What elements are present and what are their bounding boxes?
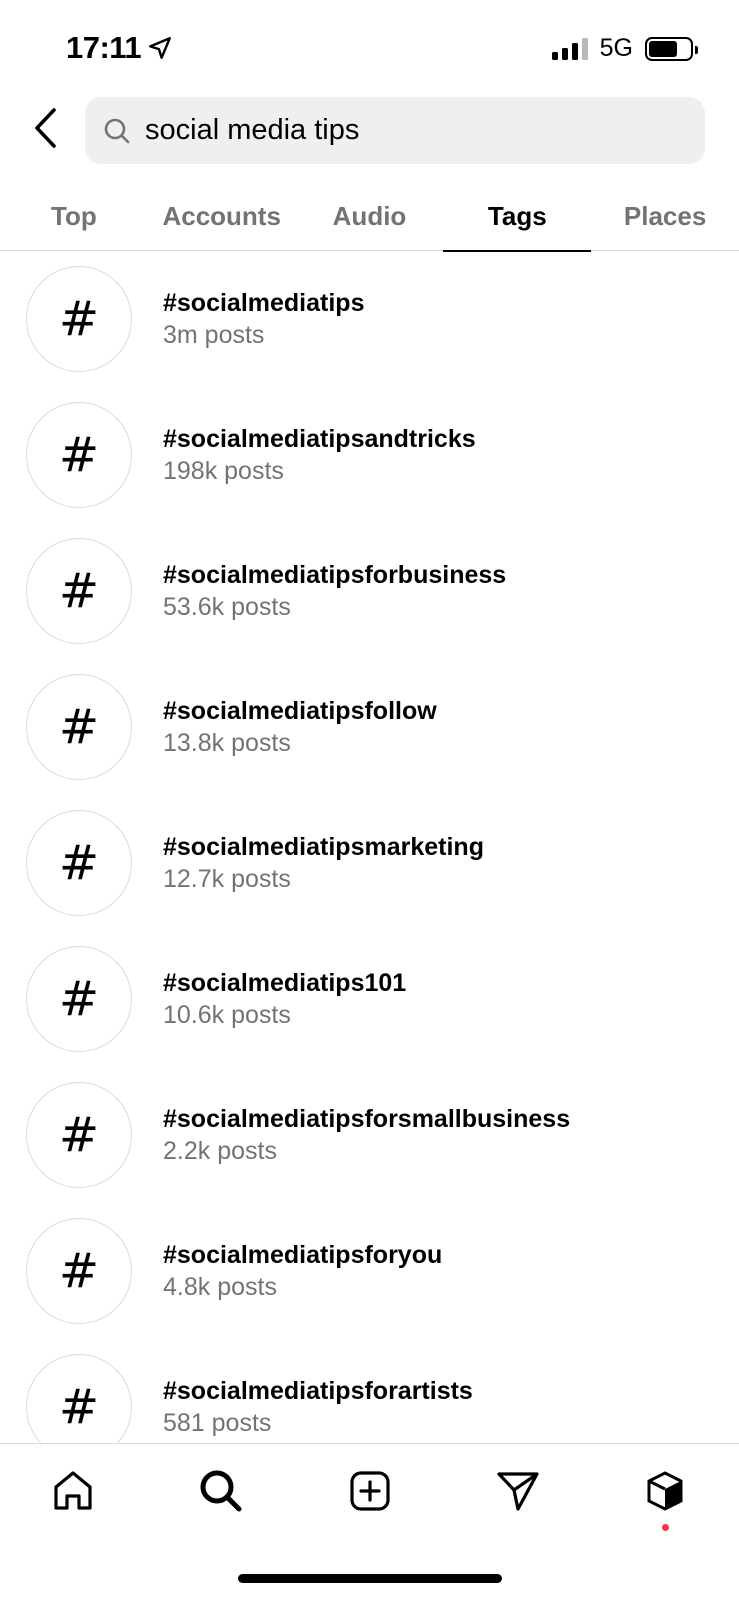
tab-accounts[interactable]: Accounts: [148, 182, 296, 251]
cellular-signal-icon: [551, 37, 588, 60]
nav-create[interactable]: [345, 1466, 395, 1516]
search-input[interactable]: [145, 114, 665, 147]
tag-result-row[interactable]: # #socialmediatipsmarketing 12.7k posts: [0, 795, 739, 931]
nav-direct[interactable]: [493, 1466, 543, 1516]
tag-name: #socialmediatipsandtricks: [163, 425, 476, 453]
tag-name: #socialmediatips: [163, 289, 365, 317]
tag-name: #socialmediatips101: [163, 969, 407, 997]
tag-results-list: # #socialmediatips 3m posts # #socialmed…: [0, 251, 739, 1443]
tag-post-count: 10.6k posts: [163, 1001, 291, 1029]
battery-icon: [645, 36, 698, 61]
hashtag-icon: #: [26, 1354, 132, 1443]
hashtag-icon: #: [26, 538, 132, 644]
hashtag-icon: #: [26, 946, 132, 1052]
direct-message-icon: [497, 1472, 539, 1511]
tag-result-row[interactable]: # #socialmediatipsforsmallbusiness 2.2k …: [0, 1067, 739, 1203]
status-bar: 17:11 5G: [0, 0, 739, 92]
status-indicators: 5G: [551, 34, 698, 63]
tag-result-row[interactable]: # #socialmediatips101 10.6k posts: [0, 931, 739, 1067]
search-tabs: Top Accounts Audio Tags Places: [0, 182, 739, 252]
hashtag-icon: #: [26, 674, 132, 780]
tag-result-row[interactable]: # #socialmediatipsforyou 4.8k posts: [0, 1203, 739, 1339]
tag-post-count: 53.6k posts: [163, 593, 291, 621]
nav-home[interactable]: [48, 1466, 98, 1516]
home-indicator[interactable]: [238, 1574, 502, 1583]
tag-post-count: 581 posts: [163, 1409, 272, 1437]
tab-tags[interactable]: Tags: [443, 182, 591, 252]
create-post-icon: [350, 1471, 390, 1511]
search-icon: [104, 118, 130, 143]
home-icon: [54, 1471, 92, 1510]
tag-name: #socialmediatipsforartists: [163, 1377, 473, 1405]
tag-name: #socialmediatipsfollow: [163, 697, 437, 725]
tag-result-row[interactable]: # #socialmediatipsforartists 581 posts: [0, 1339, 739, 1443]
tag-post-count: 3m posts: [163, 321, 265, 349]
status-time-label: 17:11: [66, 30, 142, 65]
tag-post-count: 198k posts: [163, 457, 284, 485]
search-bar[interactable]: [85, 97, 705, 164]
hashtag-icon: #: [26, 1218, 132, 1324]
tag-result-row[interactable]: # #socialmediatipsfollow 13.8k posts: [0, 659, 739, 795]
tab-audio[interactable]: Audio: [296, 182, 444, 251]
nav-search[interactable]: [196, 1466, 246, 1516]
tab-places[interactable]: Places: [591, 182, 739, 251]
tag-result-row[interactable]: # #socialmediatipsandtricks 198k posts: [0, 387, 739, 523]
hashtag-icon: #: [26, 1082, 132, 1188]
hashtag-icon: #: [26, 266, 132, 372]
tag-name: #socialmediatipsforyou: [163, 1241, 443, 1269]
network-type: 5G: [599, 34, 633, 62]
location-arrow-icon: [149, 37, 172, 59]
tag-result-row[interactable]: # #socialmediatips 3m posts: [0, 251, 739, 387]
tag-post-count: 2.2k posts: [163, 1137, 277, 1165]
search-icon: [200, 1470, 242, 1512]
tag-post-count: 4.8k posts: [163, 1273, 277, 1301]
chevron-left-icon: [35, 108, 56, 148]
profile-cube-icon: [647, 1471, 683, 1511]
tab-top[interactable]: Top: [0, 182, 148, 251]
tag-name: #socialmediatipsforbusiness: [163, 561, 507, 589]
tag-result-row[interactable]: # #socialmediatipsforbusiness 53.6k post…: [0, 523, 739, 659]
nav-profile[interactable]: [640, 1466, 690, 1516]
tag-name: #socialmediatipsmarketing: [163, 833, 484, 861]
tag-post-count: 12.7k posts: [163, 865, 291, 893]
hashtag-icon: #: [26, 402, 132, 508]
tag-post-count: 13.8k posts: [163, 729, 291, 757]
back-button[interactable]: [26, 102, 66, 154]
status-time: 17:11: [66, 30, 173, 66]
tag-name: #socialmediatipsforsmallbusiness: [163, 1105, 571, 1133]
hashtag-icon: #: [26, 810, 132, 916]
notification-dot: [662, 1524, 669, 1531]
